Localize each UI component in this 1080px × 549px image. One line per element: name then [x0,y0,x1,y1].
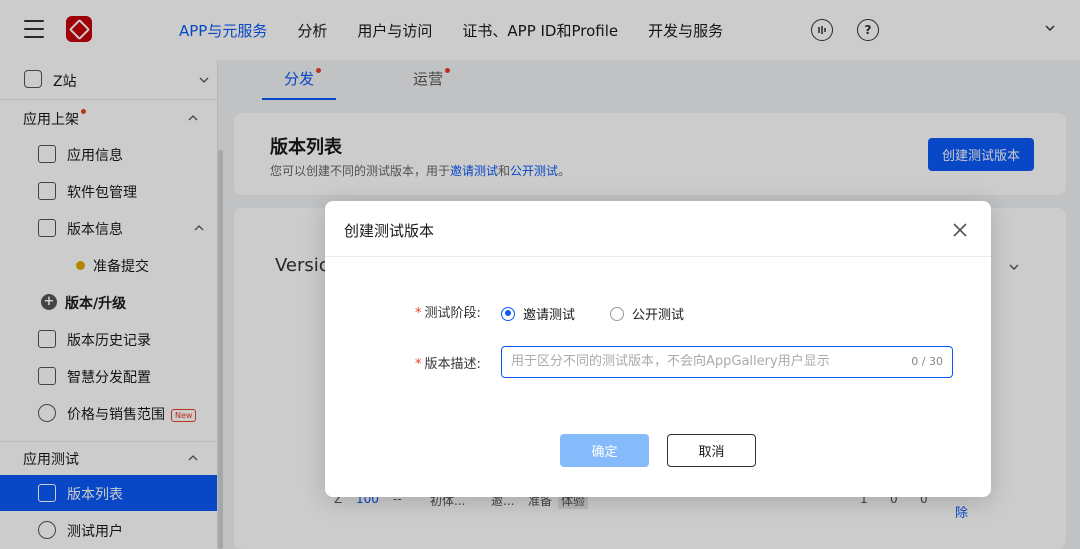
required-mark: * [415,306,422,321]
radio-circle [501,306,515,321]
create-test-version-dialog: 创建测试版本 *测试阶段: 邀请测试 公开测试 *版本描述: 0 / 30 确定… [325,201,991,497]
confirm-button[interactable]: 确定 [560,434,649,467]
radio-label: 邀请测试 [523,308,576,323]
cancel-button[interactable]: 取消 [667,434,756,467]
test-stage-label: * 测试阶段: [415,302,481,321]
version-description-input[interactable] [511,347,891,376]
close-icon[interactable] [951,221,969,239]
radio-public-test[interactable]: 公开测试 [610,304,684,323]
divider [325,256,991,257]
required-mark: * [415,357,422,372]
dialog-title: 创建测试版本 [344,222,435,240]
radio-label: 公开测试 [632,308,685,323]
version-desc-label: * 版本描述: [415,353,481,372]
label-text: 版本描述: [424,357,481,372]
label-text: 测试阶段: [424,306,481,321]
radio-circle [610,306,624,321]
radio-invite-test[interactable]: 邀请测试 [501,304,575,323]
char-counter: 0 / 30 [911,355,943,368]
version-description-field[interactable]: 0 / 30 [501,346,953,378]
